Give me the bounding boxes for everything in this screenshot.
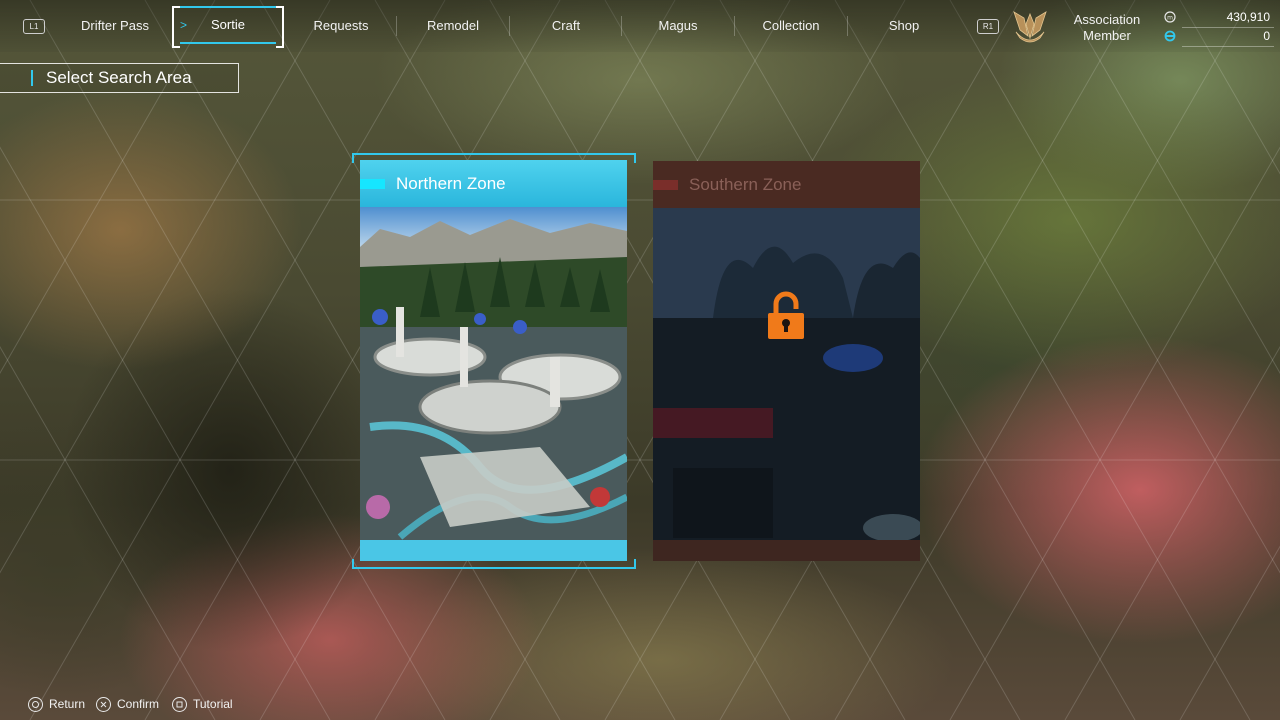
area-name: Northern Zone [396,174,506,193]
tutorial-hint[interactable]: Tutorial [172,694,233,714]
title-accent-bar [31,70,33,86]
return-label: Return [49,697,86,711]
area-card-footer [653,540,920,561]
triangle-grid-pattern [0,0,1280,720]
nav-divider [734,16,735,36]
tab-requests[interactable]: Requests [296,0,386,52]
area-card-header: Northern Zone [360,160,627,207]
tab-magus[interactable]: Magus [633,0,723,52]
currency-underline [1182,46,1274,47]
page-title-tab: Select Search Area [0,63,239,93]
rank-label: Association Member [1066,12,1148,44]
svg-text:m: m [1167,15,1173,22]
square-button-icon [172,697,187,713]
tab-sortie-label: Sortie [211,17,245,32]
southern-zone-preview-image [653,208,920,541]
r1-button-hint[interactable]: R1 [977,19,999,34]
page-title: Select Search Area [46,68,192,87]
nav-divider [509,16,510,36]
top-navigation-bar: L1 Drifter Pass > Sortie Requests Remode… [0,0,1280,52]
area-card-southern-zone[interactable]: Southern Zone [653,161,920,561]
return-hint[interactable]: Return [28,694,85,714]
blurred-background [0,0,1280,720]
coin-icon: m [1164,11,1176,23]
tab-sortie[interactable]: > Sortie [172,6,284,48]
rank-line-1: Association [1073,12,1141,27]
circle-button-icon [28,697,43,713]
tab-shop[interactable]: Shop [859,0,949,52]
lock-icon [768,291,804,339]
tab-drifter-pass[interactable]: Drifter Pass [70,0,160,52]
rank-emblem-icon [1013,11,1047,43]
currency-underline [1182,27,1274,28]
cross-button-icon [96,697,111,713]
area-card-footer [360,540,627,561]
confirm-label: Confirm [117,697,160,711]
currency-primary: m 430,910 [1164,10,1274,28]
confirm-hint[interactable]: Confirm [96,694,159,714]
refresh-currency-icon [1164,30,1176,42]
tutorial-label: Tutorial [193,697,233,711]
nav-divider [621,16,622,36]
tab-craft[interactable]: Craft [521,0,611,52]
northern-zone-preview-image [360,207,627,540]
area-card-header: Southern Zone [653,161,920,208]
l1-button-hint[interactable]: L1 [23,19,45,34]
area-card-northern-zone[interactable]: Northern Zone [360,160,627,561]
tab-remodel[interactable]: Remodel [408,0,498,52]
area-marker [653,180,678,190]
nav-divider [847,16,848,36]
nav-divider [396,16,397,36]
currency-secondary-value: 0 [1263,29,1270,43]
area-marker [360,179,385,189]
tab-collection[interactable]: Collection [746,0,836,52]
area-name: Southern Zone [689,175,802,194]
currency-secondary: 0 [1164,29,1274,47]
rank-line-2: Member [1083,28,1131,43]
currency-primary-value: 430,910 [1226,10,1270,24]
